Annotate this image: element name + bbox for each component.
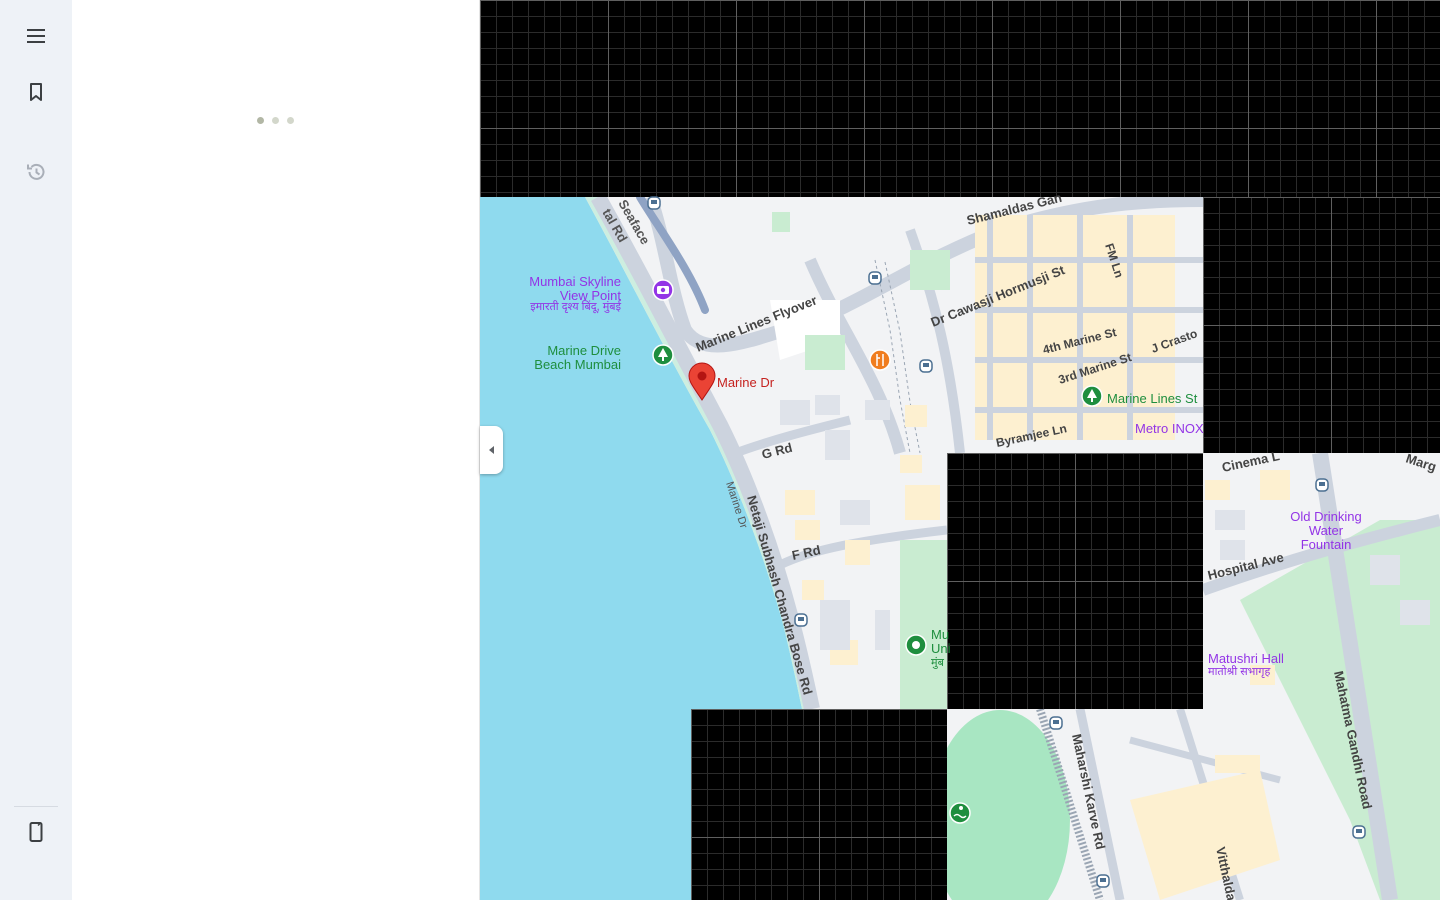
bus-stop-icon[interactable] — [1096, 874, 1110, 888]
bus-stop-icon[interactable] — [647, 196, 661, 210]
bus-stop-icon[interactable] — [1315, 478, 1329, 492]
poi-label: Marine Drive — [547, 343, 621, 358]
bus-stop-icon[interactable] — [868, 271, 882, 285]
poi-label: Marine Lines St — [1107, 391, 1198, 406]
menu-icon — [27, 29, 45, 43]
poi-label: Fountain — [1301, 537, 1352, 552]
poi-label: Mu — [931, 627, 949, 642]
bus-stop-icon[interactable] — [794, 613, 808, 627]
poi-label: Uni — [931, 641, 951, 656]
poi-label: मुंब — [931, 656, 945, 669]
swimming-icon[interactable] — [949, 802, 971, 824]
pin-label: Marine Dr — [717, 375, 775, 390]
recents-button[interactable] — [12, 148, 60, 196]
bookmark-icon — [30, 83, 42, 101]
poi-label: Metro INOX — [1135, 421, 1204, 436]
get-app-button[interactable] — [12, 808, 60, 856]
saved-button[interactable] — [12, 68, 60, 116]
poi-label: Mumbai Skyline — [529, 274, 621, 289]
poi-label: Water — [1309, 523, 1344, 538]
bus-stop-icon[interactable] — [919, 359, 933, 373]
poi-label: Matushri Hall — [1208, 651, 1284, 666]
loading-dot — [257, 117, 264, 124]
station-icon[interactable] — [1081, 385, 1103, 407]
collapse-panel-button[interactable] — [480, 426, 503, 474]
history-icon — [27, 163, 45, 180]
menu-button[interactable] — [12, 12, 60, 60]
stadium-ground — [900, 540, 947, 709]
rail-divider — [14, 806, 58, 807]
poi-label: Beach Mumbai — [534, 357, 621, 372]
bus-stop-icon[interactable] — [1352, 825, 1366, 839]
phone-icon — [29, 822, 43, 842]
loading-dot — [272, 117, 279, 124]
loading-dot — [287, 117, 294, 124]
restaurant-icon[interactable] — [869, 349, 891, 371]
tree-icon[interactable] — [652, 344, 674, 366]
poi-label: इमारती दृश्य बिंदू, मुंबई — [530, 300, 622, 314]
side-rail — [0, 0, 72, 900]
side-panel — [72, 0, 480, 900]
bus-stop-icon[interactable] — [1049, 716, 1063, 730]
park — [910, 250, 950, 290]
caret-left-icon — [488, 446, 494, 454]
dense-blocks — [975, 215, 1175, 440]
park — [772, 212, 790, 232]
camera-icon[interactable] — [652, 279, 674, 301]
map-canvas[interactable]: Seaface tal Rd Marine Lines Flyover Sham… — [480, 0, 1440, 900]
poi-label: Old Drinking — [1290, 509, 1362, 524]
poi-label: मातोश्री सभागृह — [1208, 665, 1270, 678]
university-icon[interactable] — [905, 634, 927, 656]
map-tiles: Seaface tal Rd Marine Lines Flyover Sham… — [480, 190, 1440, 900]
park — [805, 335, 845, 370]
